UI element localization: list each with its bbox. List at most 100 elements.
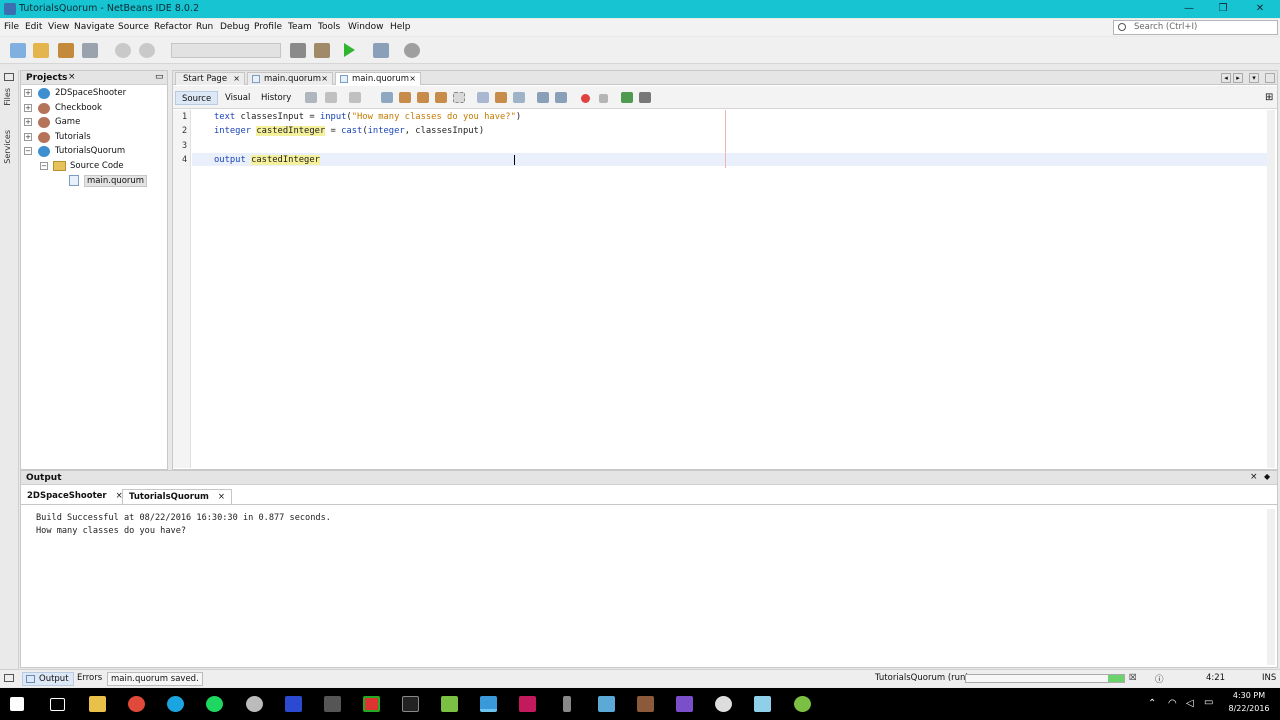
skype-icon[interactable] <box>167 696 184 712</box>
notifications-icon[interactable]: ⓘ <box>1155 673 1164 685</box>
expand-toggle[interactable]: + <box>24 133 32 141</box>
app-icon[interactable] <box>246 696 263 712</box>
close-tab-icon[interactable]: × <box>321 73 328 85</box>
notepad-icon[interactable] <box>441 696 458 712</box>
lantern-icon[interactable] <box>324 696 341 712</box>
menu-team[interactable]: Team <box>288 22 312 32</box>
multi-app-icon[interactable] <box>363 696 380 712</box>
shift-left-icon[interactable] <box>537 92 549 103</box>
last-edit-icon[interactable] <box>305 92 317 103</box>
open-project-icon[interactable] <box>58 43 74 58</box>
menu-run[interactable]: Run <box>196 22 213 32</box>
wifi-icon[interactable]: ◠ <box>1168 698 1177 709</box>
menu-window[interactable]: Window <box>348 22 384 32</box>
menu-view[interactable]: View <box>48 22 69 32</box>
view-source[interactable]: Source <box>175 91 219 105</box>
action-center-icon[interactable]: ▭ <box>1204 697 1213 708</box>
minimize-button[interactable]: — <box>1171 0 1207 18</box>
find-icon[interactable] <box>381 92 393 103</box>
configuration-select[interactable] <box>171 43 281 58</box>
close-tab-icon[interactable]: × <box>409 73 416 85</box>
forward-icon[interactable] <box>349 92 361 103</box>
menu-profile[interactable]: Profile <box>254 22 282 32</box>
services-side-tab[interactable]: Services <box>3 130 12 164</box>
toggle-bookmark-icon[interactable] <box>513 92 525 103</box>
menu-debug[interactable]: Debug <box>220 22 250 32</box>
windows-start-icon[interactable] <box>10 697 24 711</box>
new-file-icon[interactable] <box>10 43 26 58</box>
build-icon[interactable] <box>290 43 306 58</box>
files-side-tab[interactable]: Files <box>3 88 12 106</box>
new-project-icon[interactable] <box>33 43 49 58</box>
close-tab-icon[interactable]: × <box>218 492 225 502</box>
tree-item-main-quorum[interactable]: main.quorum <box>84 175 148 187</box>
spotify-icon[interactable] <box>206 696 223 712</box>
output-tab-2dspaceshooter[interactable]: 2DSpaceShooter × <box>21 489 129 504</box>
menu-source[interactable]: Source <box>118 22 149 32</box>
close-window-button[interactable]: ✕ <box>1242 0 1278 18</box>
previous-bookmark-icon[interactable] <box>477 92 489 103</box>
comment-icon[interactable] <box>621 92 633 103</box>
output-pin-icon[interactable]: ◆ <box>1264 472 1270 481</box>
tab-main-quorum-1[interactable]: main.quorum × <box>247 72 333 85</box>
sourcetree-icon[interactable] <box>598 696 615 712</box>
netbeans-taskbar-icon[interactable] <box>480 696 497 712</box>
android-studio-icon[interactable] <box>794 696 811 712</box>
jetbrains-icon[interactable] <box>519 696 536 712</box>
save-all-icon[interactable] <box>82 43 98 58</box>
task-view-icon[interactable] <box>50 698 65 711</box>
redo-icon[interactable] <box>139 43 155 58</box>
expand-toggle[interactable]: + <box>24 104 32 112</box>
pen-tool-icon[interactable] <box>563 696 571 712</box>
find-next-icon[interactable] <box>417 92 429 103</box>
tab-start-page[interactable]: Start Page × <box>175 72 245 85</box>
scroll-tabs-right-icon[interactable]: ▸ <box>1233 73 1243 83</box>
output-close-icon[interactable]: × <box>1250 472 1258 482</box>
terminal-icon[interactable] <box>402 696 419 712</box>
tree-item-tutorialsquorum[interactable]: TutorialsQuorum <box>55 146 125 156</box>
code-line-1[interactable]: text classesInput = input("How many clas… <box>214 112 521 122</box>
tree-item-tutorials[interactable]: Tutorials <box>55 132 91 142</box>
tab-main-quorum-2[interactable]: main.quorum × <box>335 72 421 85</box>
tree-item-source-code[interactable]: Source Code <box>70 161 124 171</box>
clock-date[interactable]: 8/22/2016 <box>1227 704 1271 713</box>
status-errors-tab[interactable]: Errors <box>77 673 102 683</box>
shift-right-icon[interactable] <box>555 92 567 103</box>
menu-file[interactable]: File <box>4 22 19 32</box>
profile-icon[interactable] <box>404 43 420 58</box>
run-icon[interactable] <box>344 43 355 57</box>
cancel-task-icon[interactable]: ☒ <box>1129 673 1137 683</box>
menu-navigate[interactable]: Navigate <box>74 22 114 32</box>
expand-toggle[interactable]: + <box>24 89 32 97</box>
expand-toggle[interactable]: + <box>24 118 32 126</box>
file-explorer-icon[interactable] <box>89 696 106 712</box>
projects-minimize-icon[interactable]: ▭ <box>155 72 164 82</box>
close-tab-icon[interactable]: × <box>233 73 240 85</box>
volume-icon[interactable]: ◁ <box>1186 698 1194 709</box>
menu-help[interactable]: Help <box>390 22 411 32</box>
code-line-4[interactable]: output castedInteger <box>214 155 320 165</box>
search-input[interactable]: Search (Ctrl+I) <box>1113 20 1278 35</box>
start-macro-icon[interactable] <box>581 94 590 103</box>
debug-icon[interactable] <box>373 43 389 58</box>
tree-item-2dspaceshooter[interactable]: 2DSpaceShooter <box>55 88 126 98</box>
collapse-toggle[interactable]: − <box>24 147 32 155</box>
clean-build-icon[interactable] <box>314 43 330 58</box>
view-visual[interactable]: Visual <box>219 91 256 105</box>
mercurial-icon[interactable] <box>285 696 302 712</box>
toggle-highlight-icon[interactable] <box>435 92 447 103</box>
uncomment-icon[interactable] <box>639 92 651 103</box>
visual-studio-icon[interactable] <box>676 696 693 712</box>
split-editor-icon[interactable]: ⊞ <box>1265 92 1273 103</box>
clock-time[interactable]: 4:30 PM <box>1227 691 1271 700</box>
output-tab-tutorialsquorum[interactable]: TutorialsQuorum × <box>122 489 232 504</box>
find-previous-icon[interactable] <box>399 92 411 103</box>
launcher-icon[interactable] <box>754 696 771 712</box>
maximize-editor-icon[interactable] <box>1265 73 1275 83</box>
menu-edit[interactable]: Edit <box>25 22 42 32</box>
show-opened-documents-icon[interactable]: ▾ <box>1249 73 1259 83</box>
projects-close-icon[interactable]: × <box>68 72 76 82</box>
stop-macro-icon[interactable] <box>599 94 608 103</box>
code-line-2[interactable]: integer castedInteger = cast(integer, cl… <box>214 126 484 136</box>
chrome-icon[interactable] <box>128 696 145 712</box>
